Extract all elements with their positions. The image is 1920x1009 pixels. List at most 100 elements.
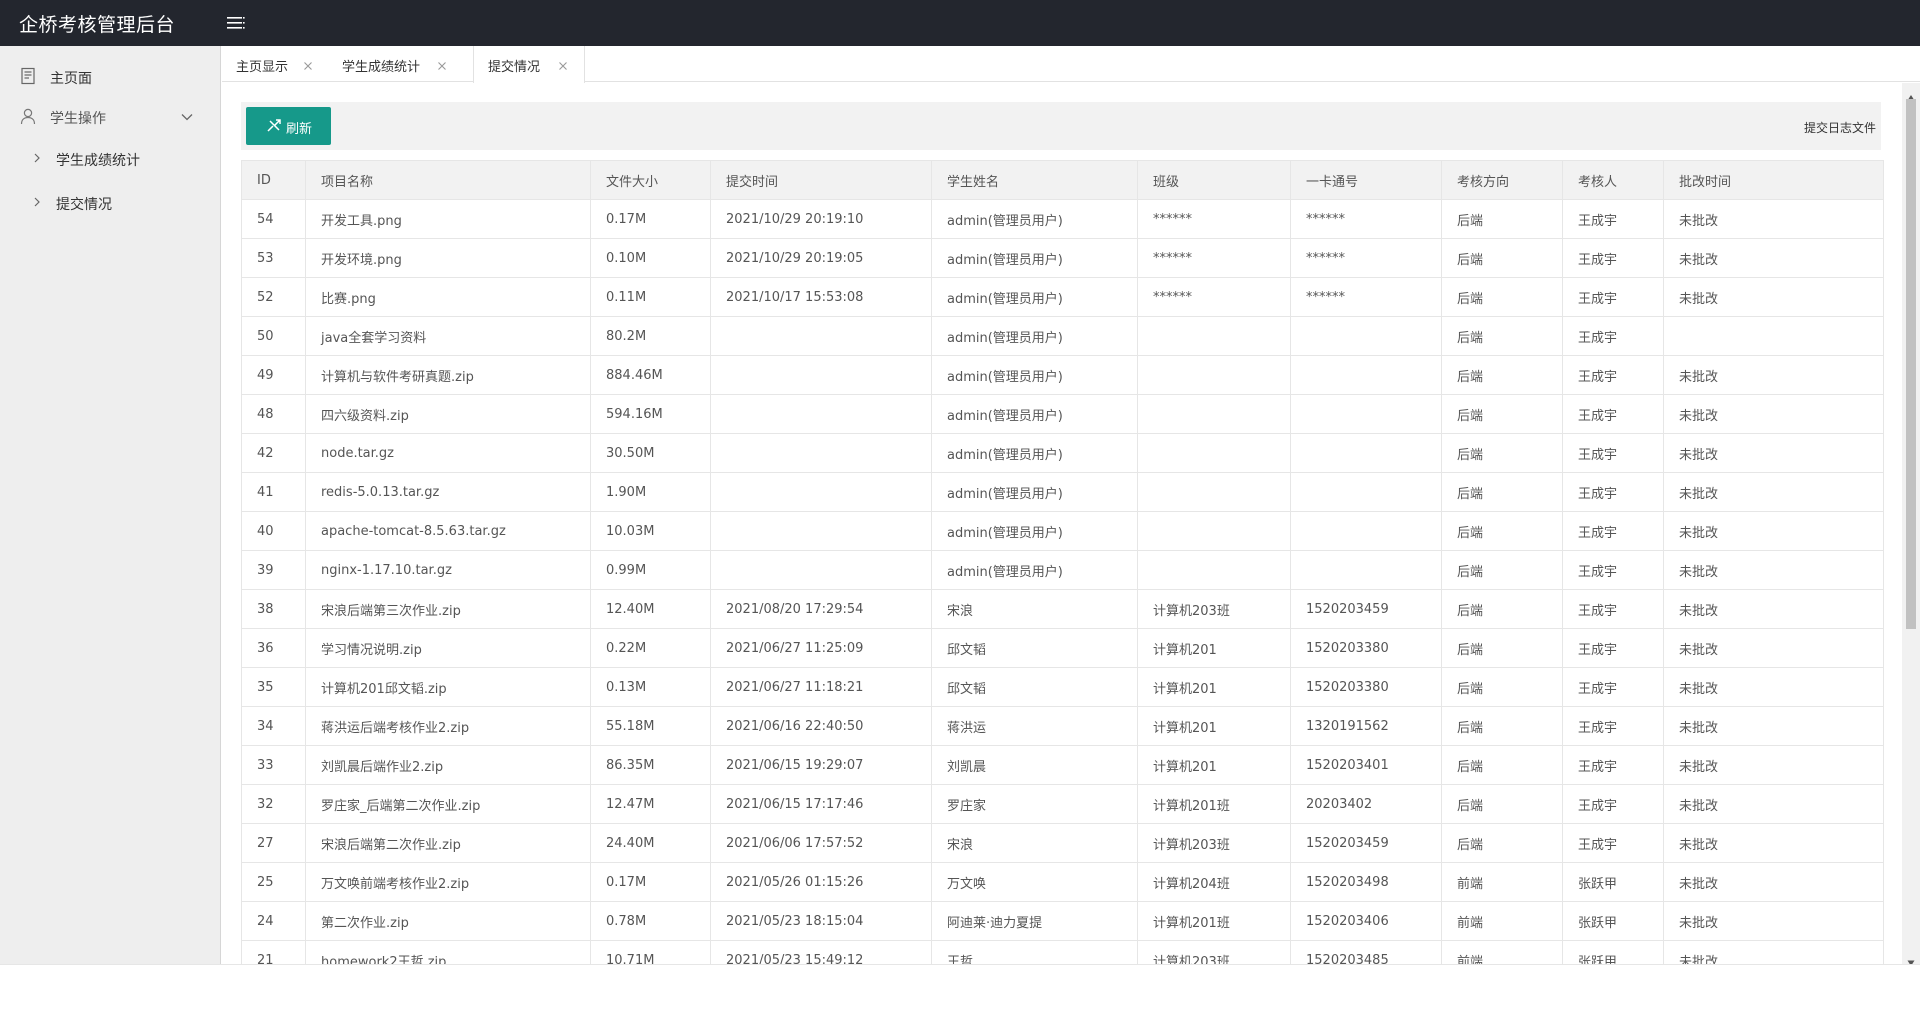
submit-log-link[interactable]: 提交日志文件 [1804, 119, 1876, 136]
table-row[interactable]: 48 四六级资料.zip 594.16M admin(管理员用户) 后端 王成宇 未批改 [241, 394, 1884, 434]
cell-file-size: 10.03M [590, 511, 711, 551]
submissions-table: ID 项目名称 文件大小 提交时间 学生姓名 班级 一卡通号 考核方向 考核人 批改时间 54 开发… [241, 160, 1884, 964]
cell-id: 35 [241, 667, 306, 707]
cell-id: 27 [241, 823, 306, 863]
table-row[interactable]: 32 罗庄家_后端第二次作业.zip 12.47M 2021/06/15 17:17:… [241, 784, 1884, 824]
tab-submissions[interactable]: 提交情况 [473, 46, 585, 83]
sidebar-item-home[interactable]: 主页面 [0, 56, 221, 96]
cell-card-number: ****** [1290, 277, 1442, 317]
tab-home[interactable]: 主页显示 [222, 46, 328, 82]
cell-id: 49 [241, 355, 306, 395]
user-icon [19, 107, 37, 125]
cell-class: 计算机201 [1137, 745, 1291, 785]
cell-student-name: admin(管理员用户) [931, 511, 1138, 551]
cell-id: 39 [241, 550, 306, 590]
cell-student-name: admin(管理员用户) [931, 277, 1138, 317]
sidebar-item-label: 主页面 [50, 71, 92, 87]
tab-bar: 主页显示 学生成绩统计 提交情况 [222, 46, 1920, 83]
cell-card-number: 1520203401 [1290, 745, 1442, 785]
cell-reviewer: 王成宇 [1562, 433, 1664, 473]
cell-project-name: apache-tomcat-8.5.63.tar.gz [305, 511, 591, 551]
tab-score-stats[interactable]: 学生成绩统计 [328, 46, 463, 82]
table-row[interactable]: 24 第二次作业.zip 0.78M 2021/05/23 18:15:04 阿迪莱·迪… [241, 901, 1884, 941]
cell-card-number: 1520203380 [1290, 628, 1442, 668]
vertical-scrollbar[interactable] [1902, 83, 1920, 966]
close-icon[interactable] [436, 57, 448, 70]
cell-reviewer: 王成宇 [1562, 199, 1664, 239]
cell-id: 42 [241, 433, 306, 473]
cell-review-time: 未批改 [1663, 550, 1884, 590]
cell-review-time: 未批改 [1663, 745, 1884, 785]
cell-file-size: 30.50M [590, 433, 711, 473]
table-row[interactable]: 49 计算机与软件考研真题.zip 884.46M admin(管理员用户) 后端 王成宇… [241, 355, 1884, 395]
table-row[interactable]: 39 nginx-1.17.10.tar.gz 0.99M admin(管理员用户) 后… [241, 550, 1884, 590]
table-row[interactable]: 41 redis-5.0.13.tar.gz 1.90M admin(管理员用户) 后端… [241, 472, 1884, 512]
table-row[interactable]: 34 蒋洪运后端考核作业2.zip 55.18M 2021/06/16 22:40:5… [241, 706, 1884, 746]
sidebar-item-submissions[interactable]: 提交情况 [0, 182, 221, 222]
cell-class [1137, 394, 1291, 434]
cell-project-name: homework2王哲.zip [305, 940, 591, 964]
cell-review-time: 未批改 [1663, 823, 1884, 863]
cell-project-name: 计算机与软件考研真题.zip [305, 355, 591, 395]
cell-submit-time: 2021/05/23 18:15:04 [710, 901, 932, 941]
close-icon[interactable] [557, 57, 569, 70]
table-row[interactable]: 53 开发环境.png 0.10M 2021/10/29 20:19:05 admin(… [241, 238, 1884, 278]
table-row[interactable]: 25 万文唤前端考核作业2.zip 0.17M 2021/05/26 01:15:26… [241, 862, 1884, 902]
table-row[interactable]: 50 java全套学习资料 80.2M admin(管理员用户) 后端 王成宇 [241, 316, 1884, 356]
cell-direction: 后端 [1441, 355, 1563, 395]
table-row[interactable]: 33 刘凯晨后端作业2.zip 86.35M 2021/06/15 19:29:07 刘… [241, 745, 1884, 785]
sidebar: 主页面 学生操作 学生成绩统计 提交情况 [0, 46, 221, 964]
cell-project-name: 万文唤前端考核作业2.zip [305, 862, 591, 902]
table-row[interactable]: 27 宋浪后端第二次作业.zip 24.40M 2021/06/06 17:57:52… [241, 823, 1884, 863]
refresh-button[interactable]: 刷新 [246, 107, 331, 145]
scroll-up-icon[interactable] [1907, 87, 1915, 101]
cell-reviewer: 王成宇 [1562, 706, 1664, 746]
cell-student-name: 阿迪莱·迪力夏提 [931, 901, 1138, 941]
cell-class [1137, 316, 1291, 356]
cell-card-number: 1320191562 [1290, 706, 1442, 746]
cell-project-name: redis-5.0.13.tar.gz [305, 472, 591, 512]
cell-reviewer: 王成宇 [1562, 550, 1664, 590]
bottom-strip [0, 964, 1920, 1009]
table-row[interactable]: 54 开发工具.png 0.17M 2021/10/29 20:19:10 admin(… [241, 199, 1884, 239]
sidebar-item-label: 提交情况 [56, 197, 112, 213]
cell-file-size: 0.17M [590, 862, 711, 902]
cell-class [1137, 433, 1291, 473]
table-row[interactable]: 35 计算机201邱文韬.zip 0.13M 2021/06/27 11:18:21 邱… [241, 667, 1884, 707]
cell-direction: 后端 [1441, 745, 1563, 785]
cell-submit-time: 2021/05/23 15:49:12 [710, 940, 932, 964]
cell-id: 50 [241, 316, 306, 356]
table-row[interactable]: 42 node.tar.gz 30.50M admin(管理员用户) 后端 王成宇 未批改 [241, 433, 1884, 473]
cell-project-name: 比赛.png [305, 277, 591, 317]
cell-review-time: 未批改 [1663, 199, 1884, 239]
close-icon[interactable] [302, 57, 314, 70]
scroll-thumb[interactable] [1906, 99, 1916, 629]
cell-submit-time: 2021/06/06 17:57:52 [710, 823, 932, 863]
cell-id: 54 [241, 199, 306, 239]
cell-submit-time: 2021/06/27 11:18:21 [710, 667, 932, 707]
cell-id: 24 [241, 901, 306, 941]
cell-file-size: 86.35M [590, 745, 711, 785]
cell-submit-time [710, 394, 932, 434]
menu-toggle-icon[interactable] [226, 15, 246, 31]
cell-id: 25 [241, 862, 306, 902]
cell-reviewer: 张跃甲 [1562, 901, 1664, 941]
cell-id: 36 [241, 628, 306, 668]
table-row[interactable]: 21 homework2王哲.zip 10.71M 2021/05/23 15:49:… [241, 940, 1884, 964]
table-row[interactable]: 52 比赛.png 0.11M 2021/10/17 15:53:08 admin(管理… [241, 277, 1884, 317]
cell-project-name: 开发环境.png [305, 238, 591, 278]
cell-student-name: admin(管理员用户) [931, 472, 1138, 512]
table-row[interactable]: 38 宋浪后端第三次作业.zip 12.40M 2021/08/20 17:29:54… [241, 589, 1884, 629]
cell-student-name: 王哲 [931, 940, 1138, 964]
cell-review-time: 未批改 [1663, 628, 1884, 668]
table-row[interactable]: 36 学习情况说明.zip 0.22M 2021/06/27 11:25:09 邱文韬计… [241, 628, 1884, 668]
cell-class: 计算机201班 [1137, 901, 1291, 941]
sidebar-item-score-stats[interactable]: 学生成绩统计 [0, 138, 221, 178]
sidebar-group-student-ops[interactable]: 学生操作 [0, 96, 221, 136]
table-toolbar: 刷新 提交日志文件 [241, 102, 1881, 150]
table-row[interactable]: 40 apache-tomcat-8.5.63.tar.gz 10.03M admin… [241, 511, 1884, 551]
cell-project-name: 宋浪后端第二次作业.zip [305, 823, 591, 863]
tab-label: 提交情况 [488, 60, 541, 75]
scroll-down-icon[interactable] [1907, 952, 1915, 966]
chevron-right-icon [32, 194, 42, 208]
